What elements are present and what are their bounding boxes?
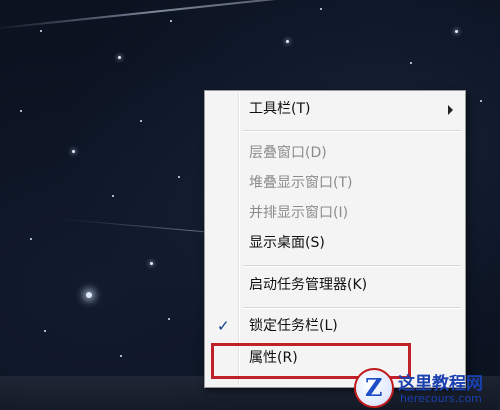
star [86,292,92,298]
star [112,195,114,197]
light-streak [0,0,408,30]
star [170,20,172,22]
menu-item-label: 堆叠显示窗口(T) [249,175,353,191]
star [72,150,75,153]
watermark-title: 这里教程网 [398,374,483,394]
menu-item-cascade-windows[interactable]: 层叠窗口(D) [205,140,465,167]
watermark-logo-icon: Z [354,368,394,408]
menu-item-label: 层叠窗口(D) [249,145,327,161]
star [140,120,142,122]
menu-item-side-by-side[interactable]: 并排显示窗口(I) [205,200,465,227]
star [30,238,32,240]
menu-item-show-desktop[interactable]: 显示桌面(S) [205,230,465,257]
star [44,330,46,332]
menu-separator [243,130,461,132]
menu-separator [243,307,461,309]
star [118,56,121,59]
star [178,176,180,178]
menu-item-stack-windows[interactable]: 堆叠显示窗口(T) [205,170,465,197]
checkmark-icon: ✓ [217,317,230,335]
menu-item-toolbars[interactable]: 工具栏(T) [205,96,465,123]
star [40,30,42,32]
star [20,110,22,112]
menu-item-label: 并排显示窗口(I) [249,205,349,221]
submenu-arrow-icon [448,105,453,115]
star [410,62,412,64]
star [320,8,322,10]
star [168,318,170,320]
menu-separator [243,265,461,267]
star [120,355,122,357]
menu-item-task-manager[interactable]: 启动任务管理器(K) [205,272,465,299]
menu-item-label: 工具栏(T) [249,101,311,117]
watermark-logo-letter: Z [365,373,383,402]
watermark-url: herecours.com [400,392,482,405]
star [480,100,482,102]
site-watermark: Z 这里教程网 herecours.com [354,366,500,410]
menu-item-label: 启动任务管理器(K) [249,277,368,293]
star [455,30,458,33]
star [150,262,153,265]
menu-item-label: 锁定任务栏(L) [249,318,338,334]
star [286,40,289,43]
menu-item-lock-taskbar[interactable]: ✓ 锁定任务栏(L) [205,313,465,340]
menu-item-label: 显示桌面(S) [249,235,325,251]
